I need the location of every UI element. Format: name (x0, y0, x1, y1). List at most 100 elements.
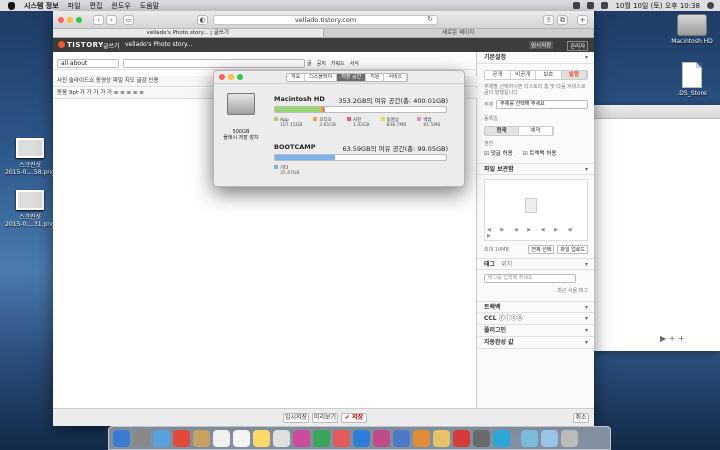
dock-app-icon[interactable] (193, 429, 210, 447)
file-upload-button[interactable]: 파일 업로드 (557, 245, 588, 254)
dock-app-icon[interactable] (173, 429, 190, 447)
radio-format[interactable]: 서식 (350, 60, 359, 67)
category-select[interactable]: all about (57, 59, 119, 68)
tag-input[interactable]: 태그를 입력해 주세요 (484, 274, 576, 283)
radio-post[interactable]: 글 (307, 60, 312, 67)
visibility-private[interactable]: 비공개 (510, 71, 536, 79)
tab-new-page[interactable]: 새로운 페이지 (324, 29, 594, 37)
cancel-button[interactable]: 취소 (573, 413, 589, 423)
volume-icon[interactable] (587, 2, 595, 9)
address-bar[interactable]: vellado.tistory.com (213, 15, 438, 25)
zoom-window-icon[interactable] (76, 17, 82, 23)
section-tag[interactable]: 태그 위치 (478, 258, 594, 271)
tistory-logo[interactable]: TISTORY (58, 41, 104, 49)
desktop-icon-screenshot-1[interactable]: 스크린샷 2015-0....58.png (0, 138, 60, 176)
close-window-icon[interactable] (58, 17, 64, 23)
wifi-icon[interactable] (573, 2, 581, 9)
dock-app-icon[interactable] (233, 429, 250, 447)
visibility-publish[interactable]: 발행 (561, 71, 587, 79)
dock-app-icon[interactable] (113, 429, 130, 447)
select-all-button[interactable]: 전체 선택 (528, 245, 555, 254)
dock-app-icon[interactable] (433, 429, 450, 447)
dock-app-icon[interactable] (133, 429, 150, 447)
dock-app-icon[interactable] (273, 429, 290, 447)
section-basic-settings[interactable]: 기본설정 (478, 52, 594, 64)
desktop-icon-ds-store[interactable]: .DS_Store (662, 62, 720, 97)
finder-toolbar (594, 105, 720, 119)
tab-editor[interactable]: vellado's Photo story... | 글쓰기 (53, 29, 324, 37)
dock-app-icon[interactable] (293, 429, 310, 447)
spotlight-search-icon[interactable] (707, 2, 714, 9)
desktop-icon-screenshot-2[interactable]: 스크린샷 2015-0....31.png (0, 190, 60, 228)
menu-edit[interactable]: 편집 (90, 1, 103, 11)
tab-service[interactable]: 서비스 (384, 74, 408, 81)
menu-clock[interactable]: 10월 10일 (토) 오후 10:38 (615, 1, 700, 11)
dock-app-icon[interactable] (333, 429, 350, 447)
tab-support[interactable]: 지원 (366, 74, 385, 81)
section-autocomplete[interactable]: 자동완성 값 (478, 337, 594, 349)
time-now[interactable]: 현재 (485, 127, 519, 135)
title-input[interactable] (123, 59, 305, 68)
zoom-window-icon[interactable] (237, 74, 243, 80)
dock-app-icon[interactable] (353, 429, 370, 447)
preview-button[interactable]: 미리보기 (312, 413, 338, 423)
dock-app-icon[interactable] (393, 429, 410, 447)
allow-trackback-checkbox[interactable]: ☑ 트랙백 허용 (523, 149, 557, 157)
dock-app-icon[interactable] (541, 429, 558, 447)
reader-button[interactable]: ◐ (197, 15, 208, 25)
forward-button[interactable]: › (106, 15, 117, 25)
header-admin-button[interactable]: 관리자 (567, 41, 589, 51)
allow-comments-checkbox[interactable]: ☑ 댓글 허용 (484, 149, 513, 157)
finder-window[interactable]: ▶ + + (594, 105, 720, 351)
dock-app-icon[interactable] (153, 429, 170, 447)
visibility-public[interactable]: 공개 (485, 71, 511, 79)
tabs-overview-button[interactable]: ⧉ (557, 15, 568, 25)
dock-app-icon[interactable] (453, 429, 470, 447)
reload-icon[interactable]: ↻ (425, 15, 435, 25)
tab-overview[interactable]: 개요 (287, 74, 306, 81)
minimize-window-icon[interactable] (228, 74, 234, 80)
dock-app-icon[interactable] (493, 429, 510, 447)
share-button[interactable]: ⇪ (543, 15, 554, 25)
time-reserve[interactable]: 예약 (519, 127, 553, 135)
dock-app-icon[interactable] (373, 429, 390, 447)
file-nav-controls[interactable]: ◀ ▶ ◀ ▶ ◀ ▶ ◀ ▶ (487, 227, 587, 239)
blog-name[interactable]: vellado's Photo story... (125, 41, 192, 48)
sidebar-toggle-button[interactable]: ▭ (123, 15, 134, 25)
dock-app-icon[interactable] (253, 429, 270, 447)
temp-save-button[interactable]: 임시저장 (283, 413, 309, 423)
topic-select[interactable]: 주제를 선택해 주세요 (496, 100, 588, 109)
menu-window[interactable]: 윈도우 (111, 1, 130, 11)
menu-file[interactable]: 파일 (68, 1, 81, 11)
file-drop-area[interactable]: ◀ ▶ ◀ ▶ ◀ ▶ ◀ ▶ (484, 179, 588, 241)
header-write-menu[interactable]: 글쓰기 (103, 41, 120, 50)
tab-displays[interactable]: 디스플레이 (305, 74, 338, 81)
finder-controls-icon[interactable]: ▶ + + (660, 334, 685, 343)
dock-app-icon[interactable] (413, 429, 430, 447)
menu-app-name[interactable]: 시스템 정보 (24, 1, 59, 11)
section-file-box[interactable]: 파일 보관함 (478, 163, 594, 176)
recent-tags-link[interactable]: 최근 사용 태그 (478, 287, 594, 295)
section-ccl[interactable]: CCL ⓒⓘⓢⓞ (478, 313, 594, 325)
new-tab-button[interactable]: + (577, 15, 588, 25)
radio-notice[interactable]: 공지 (317, 60, 326, 67)
back-button[interactable]: ‹ (93, 15, 104, 25)
minimize-window-icon[interactable] (67, 17, 73, 23)
radio-keyword[interactable]: 키워드 (331, 60, 345, 67)
dock-app-icon[interactable] (561, 429, 578, 447)
menu-help[interactable]: 도움말 (140, 1, 159, 11)
battery-icon[interactable] (601, 2, 609, 9)
close-window-icon[interactable] (219, 74, 225, 80)
tab-storage[interactable]: 저장 공간 (337, 74, 367, 81)
dock-app-icon[interactable] (521, 429, 538, 447)
section-trackback[interactable]: 트랙백 (478, 301, 594, 314)
desktop-icon-macintosh-hd[interactable]: Macintosh HD (662, 14, 720, 45)
save-button[interactable]: ✔ 저장 (341, 413, 367, 423)
dock-app-icon[interactable] (213, 429, 230, 447)
dock-app-icon[interactable] (473, 429, 490, 447)
dock-app-icon[interactable] (313, 429, 330, 447)
header-temp-save[interactable]: 임시저장 (529, 41, 554, 49)
visibility-protected[interactable]: 보호 (536, 71, 562, 79)
apple-menu-icon[interactable] (8, 1, 15, 10)
section-plugin[interactable]: 플러그인 (478, 325, 594, 337)
